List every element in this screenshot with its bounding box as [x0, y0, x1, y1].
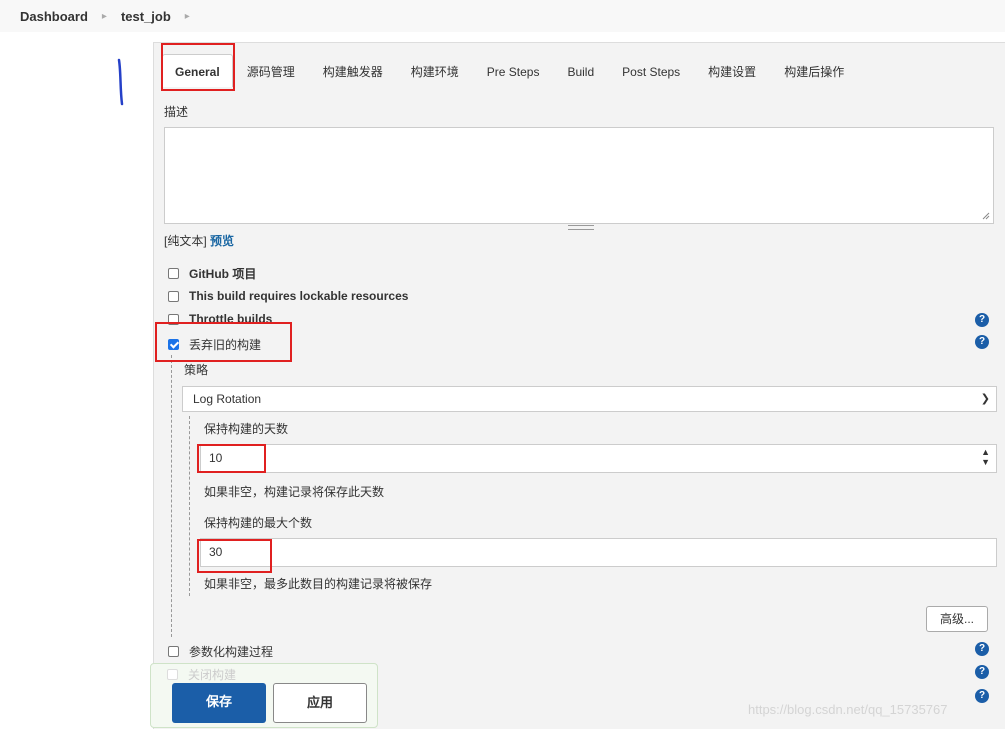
days-label: 保持构建的天数 [204, 422, 289, 436]
max-value: 30 [209, 545, 223, 559]
preview-link[interactable]: 预览 [210, 234, 234, 248]
tab-general[interactable]: General [162, 54, 233, 87]
tab-environment[interactable]: 构建环境 [397, 55, 473, 87]
save-button[interactable]: 保存 [172, 683, 266, 723]
watermark: https://blog.csdn.net/qq_15735767 [748, 702, 948, 717]
help-icon[interactable]: ? [975, 642, 989, 656]
resize-grip-icon[interactable] [568, 225, 594, 230]
chevron-right-icon[interactable]: ▸ [185, 11, 190, 22]
description-format: [纯文本] 预览 [164, 232, 234, 249]
help-icon[interactable]: ? [975, 665, 989, 679]
option-parameterized[interactable]: 参数化构建过程 [168, 643, 273, 660]
max-input[interactable]: 30 [200, 538, 997, 567]
advanced-button[interactable]: 高级... [926, 606, 988, 632]
tab-post-steps[interactable]: Post Steps [608, 55, 694, 87]
days-input[interactable]: 10 ▲ ▼ [200, 444, 997, 473]
section-guide [171, 355, 172, 637]
help-icon[interactable]: ? [975, 689, 989, 703]
tab-pre-steps[interactable]: Pre Steps [473, 55, 554, 87]
chevron-down-icon: ❯ [980, 393, 990, 405]
strategy-value: Log Rotation [193, 392, 262, 406]
plain-text-label: [纯文本] [164, 234, 207, 248]
option-throttle[interactable]: Throttle builds [168, 313, 272, 325]
resize-handle-icon[interactable] [982, 212, 990, 220]
tab-triggers[interactable]: 构建触发器 [309, 55, 397, 87]
pen-annotation [117, 58, 124, 106]
checkbox[interactable] [168, 268, 179, 279]
checkbox[interactable] [168, 646, 179, 657]
chevron-right-icon: ▸ [101, 10, 107, 22]
option-discard[interactable]: 丢弃旧的构建 [168, 336, 261, 353]
tab-build[interactable]: Build [553, 55, 608, 87]
help-icon[interactable]: ? [975, 313, 989, 327]
tab-bar: General 源码管理 构建触发器 构建环境 Pre Steps Build … [162, 53, 858, 87]
help-icon[interactable]: ? [975, 335, 989, 349]
checkbox[interactable] [168, 313, 179, 325]
option-label: This build requires lockable resources [189, 289, 409, 303]
breadcrumb-test-job[interactable]: test_job [121, 9, 171, 24]
checkbox-checked[interactable] [168, 339, 179, 350]
option-disable[interactable]: 关闭构建 [167, 666, 236, 683]
description-textarea[interactable] [164, 127, 994, 224]
option-github[interactable]: GitHub 项目 [168, 265, 256, 282]
spinner-icon[interactable]: ▲ ▼ [981, 447, 990, 467]
tab-build-settings[interactable]: 构建设置 [694, 55, 770, 87]
option-label: Throttle builds [189, 313, 273, 325]
option-label: 丢弃旧的构建 [189, 338, 262, 352]
max-help-text: 如果非空，最多此数目的构建记录将被保存 [204, 577, 433, 591]
tab-scm[interactable]: 源码管理 [233, 55, 309, 87]
tab-post-build[interactable]: 构建后操作 [770, 55, 858, 87]
option-lockable[interactable]: This build requires lockable resources [168, 289, 408, 303]
days-value: 10 [209, 451, 223, 465]
option-label: 关闭构建 [188, 668, 237, 682]
breadcrumb-dashboard[interactable]: Dashboard [20, 9, 88, 24]
config-panel: General 源码管理 构建触发器 构建环境 Pre Steps Build … [153, 42, 1005, 729]
breadcrumb: Dashboard ▸ test_job ▸ [0, 0, 1005, 32]
subsection-guide [189, 416, 190, 596]
strategy-select[interactable]: Log Rotation ❯ [182, 386, 997, 412]
strategy-label: 策略 [184, 363, 209, 377]
option-label: 参数化构建过程 [189, 645, 274, 659]
days-help-text: 如果非空，构建记录将保存此天数 [204, 485, 385, 499]
apply-button[interactable]: 应用 [273, 683, 367, 723]
checkbox[interactable] [167, 669, 178, 680]
max-label: 保持构建的最大个数 [204, 516, 313, 530]
option-label: GitHub 项目 [189, 267, 257, 281]
checkbox[interactable] [168, 290, 179, 302]
description-label: 描述 [164, 105, 189, 119]
